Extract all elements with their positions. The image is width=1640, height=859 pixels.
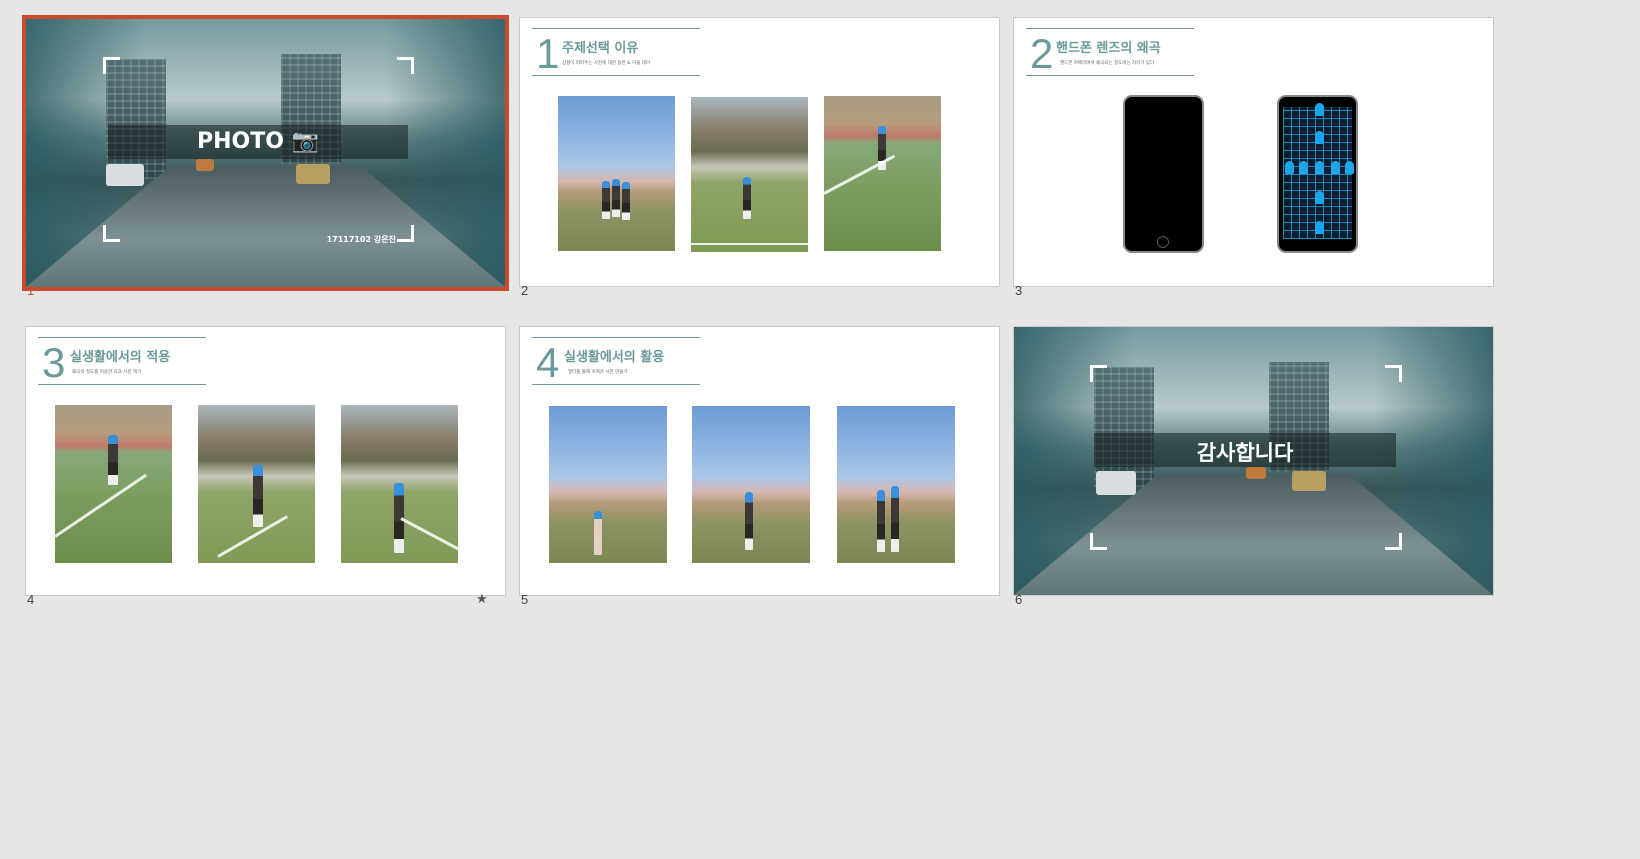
slide-subtitle: 상황이 떠따주는 사진에 대한 동반 & 이울 데이 xyxy=(562,61,651,66)
slide-thumbnail-4[interactable]: 3 실생활에서의 적용 왜곡의 정도를 이용한 효과 사진 찍기 xyxy=(25,326,506,596)
corner-bracket xyxy=(1090,533,1107,550)
slide-thumbnail-2[interactable]: 1 주제선택 이유 상황이 떠따주는 사진에 대한 동반 & 이울 데이 xyxy=(519,17,1000,287)
author-label: 17117102 강은진 xyxy=(326,235,396,244)
slide-thumbnail-3[interactable]: 2 핸드폰 렌즈의 왜곡 핸드폰 카메라에서 왜곡되는 정도에는 차이가 있다 xyxy=(1013,17,1494,287)
section-number: 1 xyxy=(536,30,560,77)
cat-icon xyxy=(1299,161,1308,174)
corner-bracket xyxy=(1385,365,1402,382)
cat-icon xyxy=(1315,131,1324,144)
cat-icon xyxy=(1315,221,1324,234)
slide-thumbnail-6[interactable]: 감사합니다 xyxy=(1013,326,1494,596)
slide-heading: 실생활에서의 적용 xyxy=(70,350,171,365)
photo xyxy=(692,406,810,563)
slide-number-1: 1 xyxy=(27,283,35,298)
slide-title: 감사합니다 xyxy=(1196,441,1294,465)
slide-number-4: 4 xyxy=(27,592,35,607)
cat-icon xyxy=(1331,161,1340,174)
cat-icon xyxy=(1315,103,1324,116)
slide-number-3: 3 xyxy=(1015,283,1023,298)
corner-bracket xyxy=(1385,533,1402,550)
cat-icon xyxy=(1285,161,1294,174)
slide-number-6: 6 xyxy=(1015,592,1023,607)
slide-heading: 주제선택 이유 xyxy=(562,41,639,56)
slide-title: PHOTO 📷 xyxy=(197,129,319,154)
animation-star-icon[interactable]: ★ xyxy=(476,592,488,607)
slide-subtitle: 왜곡의 정도를 이용한 효과 사진 찍기 xyxy=(72,370,142,375)
photo xyxy=(837,406,955,563)
cat-icon xyxy=(1315,161,1324,174)
photo xyxy=(341,405,458,563)
slide-heading: 실생활에서의 활용 xyxy=(564,350,665,365)
corner-bracket xyxy=(103,225,120,242)
corner-bracket xyxy=(103,57,120,74)
slide-subtitle: 멀티를 통해 귀여운 사진 만들기 xyxy=(568,370,628,375)
corner-bracket xyxy=(397,57,414,74)
slide-thumbnail-5[interactable]: 4 실생활에서의 활용 멀티를 통해 귀여운 사진 만들기 xyxy=(519,326,1000,596)
home-button-icon xyxy=(1157,236,1169,248)
photo xyxy=(558,96,675,251)
cat-icon xyxy=(1315,191,1324,204)
phone-image xyxy=(1123,95,1204,253)
slide-heading: 핸드폰 렌즈의 왜곡 xyxy=(1056,41,1161,56)
slide-thumbnail-1[interactable]: PHOTO 📷 17117102 강은진 xyxy=(22,15,509,291)
slide-number-5: 5 xyxy=(521,592,529,607)
corner-bracket xyxy=(1090,365,1107,382)
slide-subtitle: 핸드폰 카메라에서 왜곡되는 정도에는 차이가 있다 xyxy=(1060,61,1155,66)
corner-bracket xyxy=(397,225,414,242)
photo xyxy=(824,96,941,251)
photo xyxy=(198,405,315,563)
photo xyxy=(549,406,667,563)
photo xyxy=(55,405,172,563)
section-number: 4 xyxy=(536,339,560,386)
section-number: 3 xyxy=(42,339,66,386)
section-number: 2 xyxy=(1030,30,1054,77)
slide-number-2: 2 xyxy=(521,283,529,298)
phone-grid-image xyxy=(1277,95,1358,253)
photo xyxy=(691,97,808,252)
cat-icon xyxy=(1345,161,1354,174)
